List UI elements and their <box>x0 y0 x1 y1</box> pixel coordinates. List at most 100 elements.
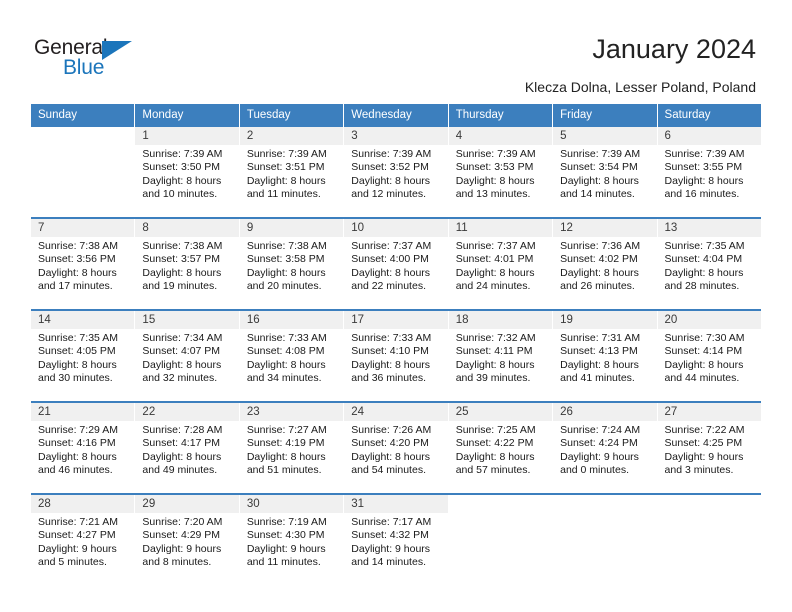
day-sun-info: Sunrise: 7:36 AM Sunset: 4:02 PM Daylight:… <box>553 237 656 293</box>
day-info-line: Daylight: 9 hours <box>38 542 117 555</box>
calendar-day-cell[interactable]: 9 Sunrise: 7:38 AM Sunset: 3:58 PM Daylight… <box>239 219 345 307</box>
calendar-day-cell[interactable]: 27 Sunrise: 7:22 AM Sunset: 4:25 PM Dayligh… <box>657 403 761 491</box>
calendar-day-cell[interactable]: 20 Sunrise: 7:30 AM Sunset: 4:14 PM Dayligh… <box>657 311 761 399</box>
day-info-line: Sunset: 4:07 PM <box>142 345 221 358</box>
day-info-line: Sunset: 4:25 PM <box>664 437 743 450</box>
day-info-line: Daylight: 8 hours <box>142 174 222 187</box>
weekday-header-friday: Friday <box>553 104 658 127</box>
day-info-line: Sunrise: 7:39 AM <box>246 148 327 160</box>
day-info-line: Sunrise: 7:24 AM <box>560 424 641 436</box>
day-info-line: and 39 minutes. <box>455 371 531 384</box>
day-info-line: Sunrise: 7:39 AM <box>351 148 432 160</box>
calendar-day-cell[interactable]: 7 Sunrise: 7:38 AM Sunset: 3:56 PM Daylight… <box>31 219 136 307</box>
logo-text-blue: Blue <box>63 56 105 79</box>
day-info-line: Sunrise: 7:17 AM <box>351 516 432 528</box>
day-sun-info: Sunrise: 7:19 AM Sunset: 4:30 PM Daylight:… <box>240 513 343 569</box>
day-sun-info <box>449 513 552 516</box>
day-info-line: and 51 minutes. <box>246 463 322 476</box>
day-number: 10 <box>344 219 448 237</box>
calendar-day-cell[interactable]: 5 Sunrise: 7:39 AM Sunset: 3:54 PM Daylight… <box>553 127 658 215</box>
calendar-grid: Sunday Monday Tuesday Wednesday Thursday Frid… <box>31 104 761 583</box>
weekday-header-thursday: Thursday <box>448 104 554 127</box>
calendar-day-cell[interactable]: 2 Sunrise: 7:39 AM Sunset: 3:51 PM Daylight… <box>239 127 345 215</box>
day-sun-info: Sunrise: 7:39 AM Sunset: 3:54 PM Daylight:… <box>553 145 656 201</box>
day-info-line: Sunrise: 7:39 AM <box>664 148 745 160</box>
calendar-day-cell[interactable]: 16 Sunrise: 7:33 AM Sunset: 4:08 PM Dayligh… <box>239 311 345 399</box>
day-number: 26 <box>553 403 657 421</box>
day-info-line: Sunrise: 7:38 AM <box>38 240 118 252</box>
calendar-day-cell[interactable]: 12 Sunrise: 7:36 AM Sunset: 4:02 PM Dayligh… <box>553 219 658 307</box>
day-info-line: Sunrise: 7:33 AM <box>351 332 432 344</box>
calendar-day-cell[interactable]: 17 Sunrise: 7:33 AM Sunset: 4:10 PM Dayligh… <box>344 311 449 399</box>
day-info-line: Sunrise: 7:22 AM <box>664 424 745 436</box>
day-info-line: Sunrise: 7:26 AM <box>351 424 432 436</box>
calendar-day-cell[interactable]: 18 Sunrise: 7:32 AM Sunset: 4:11 PM Dayligh… <box>448 311 554 399</box>
calendar-day-cell[interactable]: 4 Sunrise: 7:39 AM Sunset: 3:53 PM Daylight… <box>448 127 554 215</box>
day-info-line: Daylight: 8 hours <box>246 266 326 279</box>
weekday-header-saturday: Saturday <box>657 104 761 127</box>
calendar-day-cell[interactable]: 14 Sunrise: 7:35 AM Sunset: 4:05 PM Dayligh… <box>31 311 136 399</box>
calendar-day-cell[interactable]: 29 Sunrise: 7:20 AM Sunset: 4:29 PM Dayligh… <box>135 495 240 583</box>
day-info-line: and 19 minutes. <box>142 279 218 292</box>
day-info-line: Sunset: 4:13 PM <box>560 345 638 358</box>
day-info-line: Sunset: 3:53 PM <box>455 161 534 174</box>
day-number: 31 <box>344 495 448 513</box>
day-number: 25 <box>448 403 553 421</box>
day-info-line: Sunrise: 7:33 AM <box>246 332 327 344</box>
calendar-day-cell[interactable]: 28 Sunrise: 7:21 AM Sunset: 4:27 PM Dayligh… <box>31 495 136 583</box>
day-number: 8 <box>135 219 239 237</box>
calendar-day-cell[interactable]: 3 Sunrise: 7:39 AM Sunset: 3:52 PM Daylight… <box>344 127 449 215</box>
calendar-day-cell[interactable]: 30 Sunrise: 7:19 AM Sunset: 4:30 PM Dayligh… <box>239 495 345 583</box>
calendar-day-cell[interactable]: 19 Sunrise: 7:31 AM Sunset: 4:13 PM Dayligh… <box>553 311 658 399</box>
day-info-line: and 57 minutes. <box>455 463 531 476</box>
day-info-line: Daylight: 8 hours <box>455 450 535 463</box>
day-info-line: Sunset: 4:04 PM <box>664 253 743 266</box>
day-info-line: Sunrise: 7:37 AM <box>455 240 536 252</box>
day-info-line: and 26 minutes. <box>560 279 635 292</box>
calendar-day-cell[interactable]: 15 Sunrise: 7:34 AM Sunset: 4:07 PM Dayligh… <box>135 311 240 399</box>
calendar-day-cell[interactable]: 8 Sunrise: 7:38 AM Sunset: 3:57 PM Daylight… <box>135 219 240 307</box>
day-sun-info: Sunrise: 7:33 AM Sunset: 4:08 PM Daylight:… <box>240 329 343 385</box>
calendar-day-cell[interactable]: 23 Sunrise: 7:27 AM Sunset: 4:19 PM Dayligh… <box>239 403 345 491</box>
calendar-day-cell[interactable]: 11 Sunrise: 7:37 AM Sunset: 4:01 PM Dayligh… <box>448 219 554 307</box>
calendar-day-cell[interactable]: 22 Sunrise: 7:28 AM Sunset: 4:17 PM Dayligh… <box>135 403 240 491</box>
day-info-line: Daylight: 8 hours <box>664 174 744 187</box>
calendar-day-cell[interactable]: 1 Sunrise: 7:39 AM Sunset: 3:50 PM Daylight… <box>135 127 240 215</box>
calendar-weeks: 1 Sunrise: 7:39 AM Sunset: 3:50 PM Daylight… <box>31 127 761 583</box>
weekday-header-sunday: Sunday <box>31 104 136 127</box>
day-info-line: Sunset: 4:24 PM <box>560 437 638 450</box>
day-sun-info: Sunrise: 7:25 AM Sunset: 4:22 PM Daylight:… <box>449 421 552 477</box>
day-sun-info: Sunrise: 7:38 AM Sunset: 3:57 PM Daylight:… <box>135 237 238 293</box>
day-info-line: Daylight: 8 hours <box>560 174 639 187</box>
calendar-day-cell[interactable]: 21 Sunrise: 7:29 AM Sunset: 4:16 PM Dayligh… <box>31 403 136 491</box>
day-info-line: Sunrise: 7:29 AM <box>38 424 118 436</box>
calendar-day-cell[interactable]: 25 Sunrise: 7:25 AM Sunset: 4:22 PM Dayligh… <box>448 403 554 491</box>
calendar-day-cell[interactable]: 24 Sunrise: 7:26 AM Sunset: 4:20 PM Dayligh… <box>344 403 449 491</box>
day-sun-info: Sunrise: 7:29 AM Sunset: 4:16 PM Daylight:… <box>31 421 134 477</box>
weekday-header-monday: Monday <box>135 104 240 127</box>
calendar-day-cell[interactable]: 31 Sunrise: 7:17 AM Sunset: 4:32 PM Dayligh… <box>344 495 449 583</box>
day-info-line: Daylight: 8 hours <box>142 450 222 463</box>
calendar-day-cell[interactable]: 13 Sunrise: 7:35 AM Sunset: 4:04 PM Dayligh… <box>657 219 761 307</box>
day-info-line: Daylight: 8 hours <box>351 174 431 187</box>
day-number: 12 <box>553 219 657 237</box>
day-info-line: and 11 minutes. <box>246 555 321 568</box>
calendar-day-cell[interactable]: 6 Sunrise: 7:39 AM Sunset: 3:55 PM Daylight… <box>657 127 761 215</box>
day-info-line: Sunrise: 7:32 AM <box>455 332 536 344</box>
day-info-line: Sunset: 4:08 PM <box>246 345 325 358</box>
day-info-line: Sunrise: 7:39 AM <box>142 148 223 160</box>
day-info-line: Sunset: 4:20 PM <box>351 437 429 450</box>
page-header: General Blue January 2024 Klecza Dolna, … <box>0 0 792 100</box>
day-info-line: Daylight: 8 hours <box>560 266 639 279</box>
day-sun-info: Sunrise: 7:39 AM Sunset: 3:50 PM Daylight:… <box>135 145 238 201</box>
day-number <box>657 495 761 513</box>
day-info-line: Sunset: 4:30 PM <box>246 529 325 542</box>
day-sun-info: Sunrise: 7:32 AM Sunset: 4:11 PM Daylight:… <box>449 329 552 385</box>
calendar-day-cell[interactable]: 10 Sunrise: 7:37 AM Sunset: 4:00 PM Dayligh… <box>344 219 449 307</box>
calendar-day-cell[interactable]: 26 Sunrise: 7:24 AM Sunset: 4:24 PM Dayligh… <box>553 403 658 491</box>
day-info-line: Sunset: 4:14 PM <box>664 345 743 358</box>
day-number: 11 <box>448 219 553 237</box>
weekday-header-tuesday: Tuesday <box>239 104 345 127</box>
day-sun-info: Sunrise: 7:38 AM Sunset: 3:56 PM Daylight:… <box>31 237 134 293</box>
day-number: 18 <box>448 311 553 329</box>
